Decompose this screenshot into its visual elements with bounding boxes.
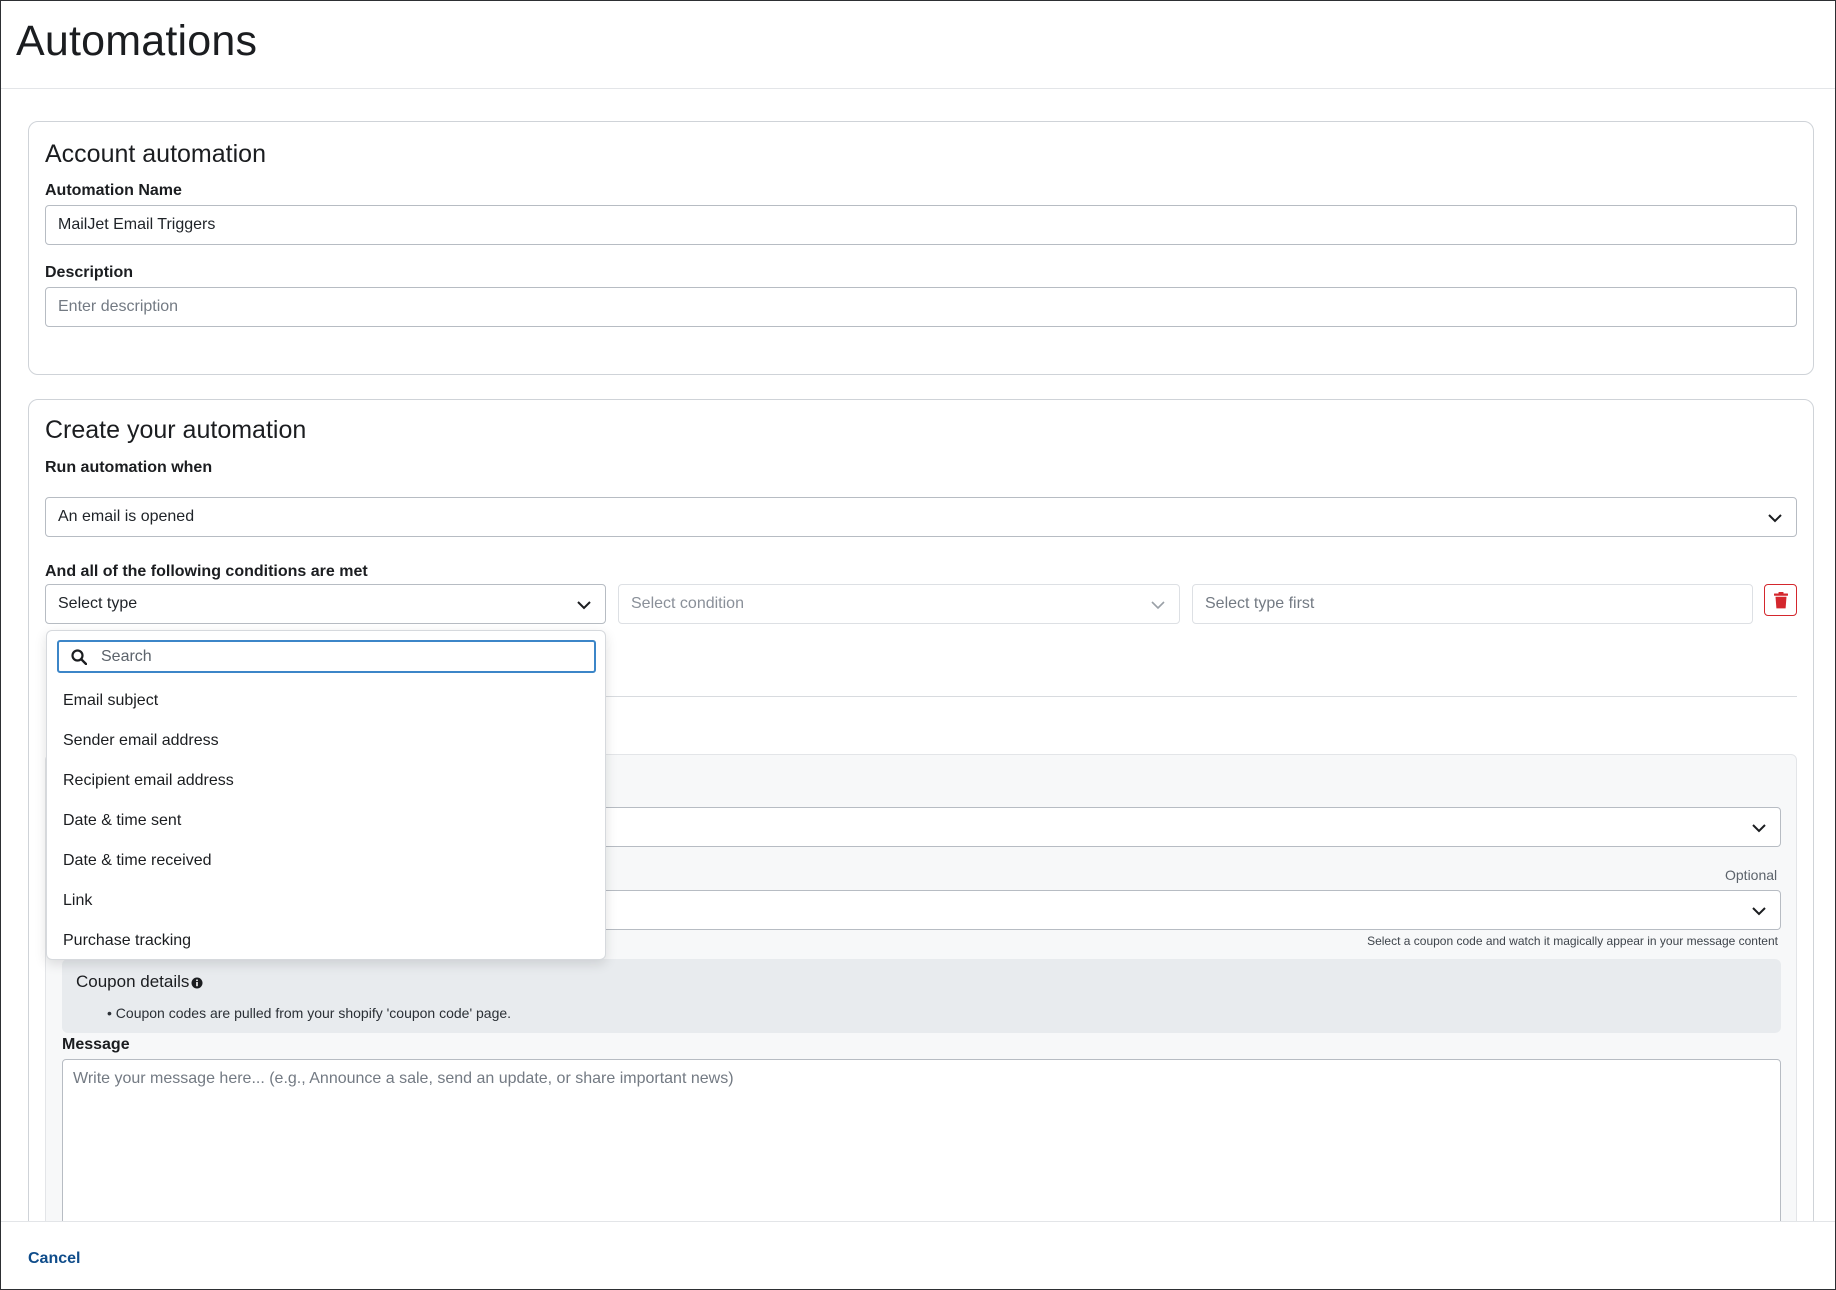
info-icon [191, 977, 203, 989]
message-placeholder: Write your message here... (e.g., Announ… [73, 1070, 734, 1087]
section-divider [517, 696, 1797, 697]
conditions-label: And all of the following conditions are … [45, 563, 368, 580]
footer-bar: Cancel [1, 1221, 1835, 1289]
chevron-down-icon [1151, 601, 1165, 610]
coupon-hint: Select a coupon code and watch it magica… [1367, 934, 1778, 948]
trigger-select[interactable]: An email is opened [45, 497, 1797, 537]
automation-name-label: Automation Name [45, 182, 182, 199]
account-automation-card: Account automation Automation Name Descr… [28, 121, 1814, 375]
page-title: Automations [16, 17, 258, 65]
description-input[interactable] [45, 287, 1797, 327]
coupon-details-bullet: • Coupon codes are pulled from your shop… [107, 1005, 512, 1021]
dropdown-search [57, 640, 596, 673]
chevron-down-icon [1752, 907, 1766, 916]
optional-label: Optional [1725, 867, 1778, 883]
dropdown-options: Email subject Sender email address Recip… [47, 689, 605, 969]
condition-type-select[interactable]: Select type [45, 584, 606, 624]
coupon-select[interactable] [601, 890, 1781, 930]
coupon-details-title: Coupon details [76, 972, 190, 991]
trigger-select-value: An email is opened [58, 508, 195, 525]
condition-operator-value: Select condition [631, 595, 744, 612]
trash-icon [1774, 592, 1788, 609]
app-frame: Automations Account automation Automatio… [0, 0, 1836, 1290]
chevron-down-icon [577, 601, 591, 610]
search-icon [71, 649, 87, 665]
dropdown-option[interactable]: Date & time received [47, 849, 605, 889]
message-label: Message [62, 1036, 130, 1053]
coupon-details-box: Coupon details • Coupon codes are pulled… [62, 959, 1781, 1033]
chevron-down-icon [1768, 514, 1782, 523]
account-automation-title: Account automation [45, 140, 266, 168]
dropdown-option[interactable]: Email subject [47, 689, 605, 729]
condition-operator-select[interactable]: Select condition [618, 584, 1180, 624]
condition-value-input[interactable] [1192, 584, 1753, 624]
trigger-label: Run automation when [45, 459, 213, 476]
chevron-down-icon [1752, 824, 1766, 833]
automation-name-input[interactable] [45, 205, 1797, 245]
delete-condition-button[interactable] [1764, 584, 1797, 616]
dropdown-option[interactable]: Purchase tracking [47, 929, 605, 969]
dropdown-search-input[interactable] [99, 645, 579, 669]
dropdown-option[interactable]: Link [47, 889, 605, 929]
dropdown-option[interactable]: Recipient email address [47, 769, 605, 809]
dropdown-option[interactable]: Date & time sent [47, 809, 605, 849]
dropdown-option[interactable]: Sender email address [47, 729, 605, 769]
action-select[interactable] [601, 807, 1781, 847]
create-automation-title: Create your automation [45, 416, 307, 444]
cancel-button[interactable]: Cancel [28, 1250, 80, 1268]
description-label: Description [45, 264, 134, 281]
condition-type-value: Select type [58, 595, 138, 612]
type-dropdown-menu: Email subject Sender email address Recip… [46, 630, 606, 960]
page-header: Automations [1, 1, 1835, 89]
